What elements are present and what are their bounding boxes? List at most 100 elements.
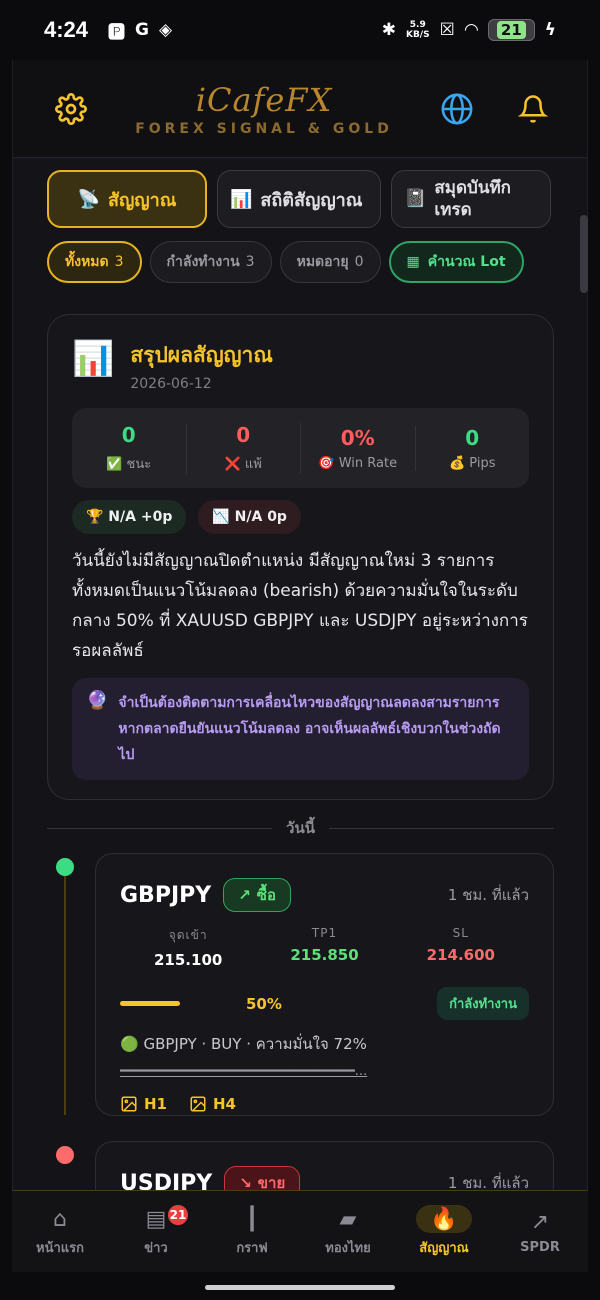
candlestick-icon: ┃	[245, 1206, 259, 1232]
signal-side: ซื้อ	[256, 886, 276, 904]
nav-signals-label: สัญญาณ	[419, 1241, 469, 1256]
crystal-ball-icon: 🔮	[86, 690, 109, 711]
nav-chart[interactable]: ┃ กราฟ	[204, 1191, 300, 1272]
date-divider-label: วันนี้	[286, 819, 315, 837]
signal-description-more: ━━━━━━━━━━━━━━━━━━━━━━━━━━━━━━...	[120, 1064, 368, 1079]
nav-thai-gold[interactable]: ▰ ทองไทย	[300, 1191, 396, 1272]
stat-winrate-label: 🎯 Win Rate	[318, 455, 398, 471]
stat-losses-value: 0	[236, 422, 251, 447]
filter-all[interactable]: ทั้งหมด 3	[47, 241, 142, 283]
notebook-icon: 📓	[404, 188, 427, 209]
sell-badge: ↘ ขาย	[224, 1166, 301, 1190]
summary-title: สรุปผลสัญญาณ	[130, 343, 273, 367]
trend-up-icon: ↗	[238, 886, 251, 904]
status-bar: 4:24 🅿 G ◈ ✱ 5.9 KB/S ☒ ◠ 21 ϟ	[0, 0, 600, 60]
tp-label: TP1	[311, 926, 338, 940]
timeline-dot-buy	[56, 858, 74, 876]
sl-label: SL	[452, 926, 469, 940]
worst-signal-badge: 📉 N/A 0p	[198, 500, 301, 534]
tab-journal-label: สมุดบันทึกเทรด	[434, 178, 511, 220]
signal-symbol: GBPJPY	[120, 882, 212, 908]
battery-indicator: 21	[487, 19, 535, 41]
stat-pips-label: 💰 Pips	[448, 455, 496, 471]
entry-value: 215.100	[154, 951, 223, 969]
fire-icon: 🔥	[416, 1205, 472, 1233]
gear-icon	[55, 92, 87, 125]
tab-signals-label: สัญญาณ	[107, 189, 177, 211]
signal-time: 1 ชม. ที่แล้ว	[447, 886, 529, 904]
bottom-navigation: ⌂ หน้าแรก ▤ 21 ข่าว ┃ กราฟ ▰ ทองไทย 🔥 สั…	[12, 1190, 588, 1272]
chart-icon: 📊	[230, 188, 253, 210]
chart-h4-button[interactable]: H4	[189, 1095, 236, 1113]
parking-icon: 🅿	[108, 22, 126, 43]
network-speed: 5.9 KB/S	[405, 20, 430, 40]
timeline-dot-sell	[56, 1146, 74, 1164]
stat-wins: 0 ✅ ชนะ	[72, 422, 187, 474]
status-time: 4:24	[44, 17, 89, 42]
chart-h1-label: H1	[144, 1095, 167, 1113]
newspaper-icon: ▤	[145, 1206, 167, 1232]
stat-pips-value: 0	[465, 425, 480, 450]
brand-tagline: FOREX SIGNAL & GOLD	[135, 120, 393, 137]
news-count-badge: 21	[166, 1203, 190, 1227]
stat-losses: 0 ❌ แพ้	[187, 422, 301, 474]
no-sim-icon: ☒	[439, 20, 455, 40]
filter-chips: ทั้งหมด 3 กำลังทำงาน 3 หมดอายุ 0 ▦ คำนวณ Lot	[47, 241, 524, 283]
filter-expired[interactable]: หมดอายุ 0	[279, 241, 381, 283]
tab-signals[interactable]: 📡 สัญญาณ	[47, 170, 207, 228]
chart-h4-label: H4	[213, 1095, 236, 1113]
trend-down-icon: ↘	[239, 1174, 252, 1190]
nav-spdr[interactable]: ↗ SPDR	[492, 1191, 588, 1272]
lot-calculator-button[interactable]: ▦ คำนวณ Lot	[388, 241, 524, 283]
buy-badge: ↗ ซื้อ	[223, 878, 291, 912]
nav-home[interactable]: ⌂ หน้าแรก	[12, 1191, 108, 1272]
nav-chart-label: กราฟ	[236, 1241, 268, 1256]
nav-signals[interactable]: 🔥 สัญญาณ	[396, 1191, 492, 1272]
home-indicator[interactable]	[205, 1285, 395, 1290]
language-button[interactable]	[439, 91, 475, 127]
timeline-line	[64, 865, 66, 1115]
home-icon: ⌂	[53, 1206, 67, 1232]
stat-winrate-value: 0%	[340, 425, 375, 450]
bar-chart-icon: 📊	[72, 339, 115, 379]
notifications-button[interactable]	[515, 91, 551, 127]
settings-button[interactable]	[53, 91, 89, 127]
nav-news-label: ข่าว	[144, 1241, 168, 1256]
filter-all-count: 3	[114, 254, 124, 270]
tab-statistics[interactable]: 📊 สถิติสัญญาณ	[217, 170, 381, 228]
filter-expired-label: หมดอายุ	[296, 254, 349, 270]
tab-journal[interactable]: 📓 สมุดบันทึกเทรด	[391, 170, 551, 228]
app-notif-icon: ◈	[159, 20, 173, 40]
image-icon	[121, 1096, 137, 1112]
stat-wins-label: ✅ ชนะ	[106, 456, 152, 472]
app-header: iCafeFX FOREX SIGNAL & GOLD	[13, 60, 587, 158]
brand-logo: iCafeFX FOREX SIGNAL & GOLD	[135, 81, 393, 137]
stat-losses-label: ❌ แพ้	[224, 456, 262, 472]
stat-wins-value: 0	[121, 422, 136, 447]
bell-icon	[518, 94, 548, 123]
best-signal-badge: 🏆 N/A +0p	[72, 500, 187, 534]
nav-news[interactable]: ▤ 21 ข่าว	[108, 1191, 204, 1272]
globe-icon	[441, 93, 473, 124]
entry-label: จุดเข้า	[168, 928, 208, 942]
satellite-icon: 📡	[77, 188, 100, 210]
insight-text: จำเป็นต้องติดตามการเคลื่อนไหวของสัญญาณลด…	[118, 695, 501, 763]
nav-thai-gold-label: ทองไทย	[325, 1241, 371, 1256]
wifi-icon: ◠	[464, 20, 478, 40]
calculator-icon: ▦	[406, 254, 420, 270]
scrollbar[interactable]	[580, 215, 588, 293]
chart-h1-button[interactable]: H1	[120, 1095, 167, 1113]
gold-bar-icon: ▰	[339, 1206, 357, 1232]
stat-winrate: 0% 🎯 Win Rate	[301, 425, 416, 471]
signal-card[interactable]: GBPJPY ↗ ซื้อ 1 ชม. ที่แล้ว จุดเข้า 215.1…	[95, 853, 554, 1116]
filter-active-count: 3	[245, 254, 255, 270]
filter-active[interactable]: กำลังทำงาน 3	[149, 241, 272, 283]
signal-card[interactable]: USDJPY ↘ ขาย 1 ชม. ที่แล้ว	[95, 1141, 554, 1190]
date-divider: วันนี้	[47, 816, 554, 840]
signal-description: 🟢 GBPJPY · BUY · ความมั่นใจ 72%	[120, 1035, 367, 1053]
filter-all-label: ทั้งหมด	[65, 254, 109, 270]
bluetooth-icon: ✱	[381, 20, 396, 40]
brand-name: iCafeFX	[195, 80, 333, 119]
status-badge: กำลังทำงาน	[437, 987, 529, 1020]
stat-pips: 0 💰 Pips	[416, 426, 530, 471]
